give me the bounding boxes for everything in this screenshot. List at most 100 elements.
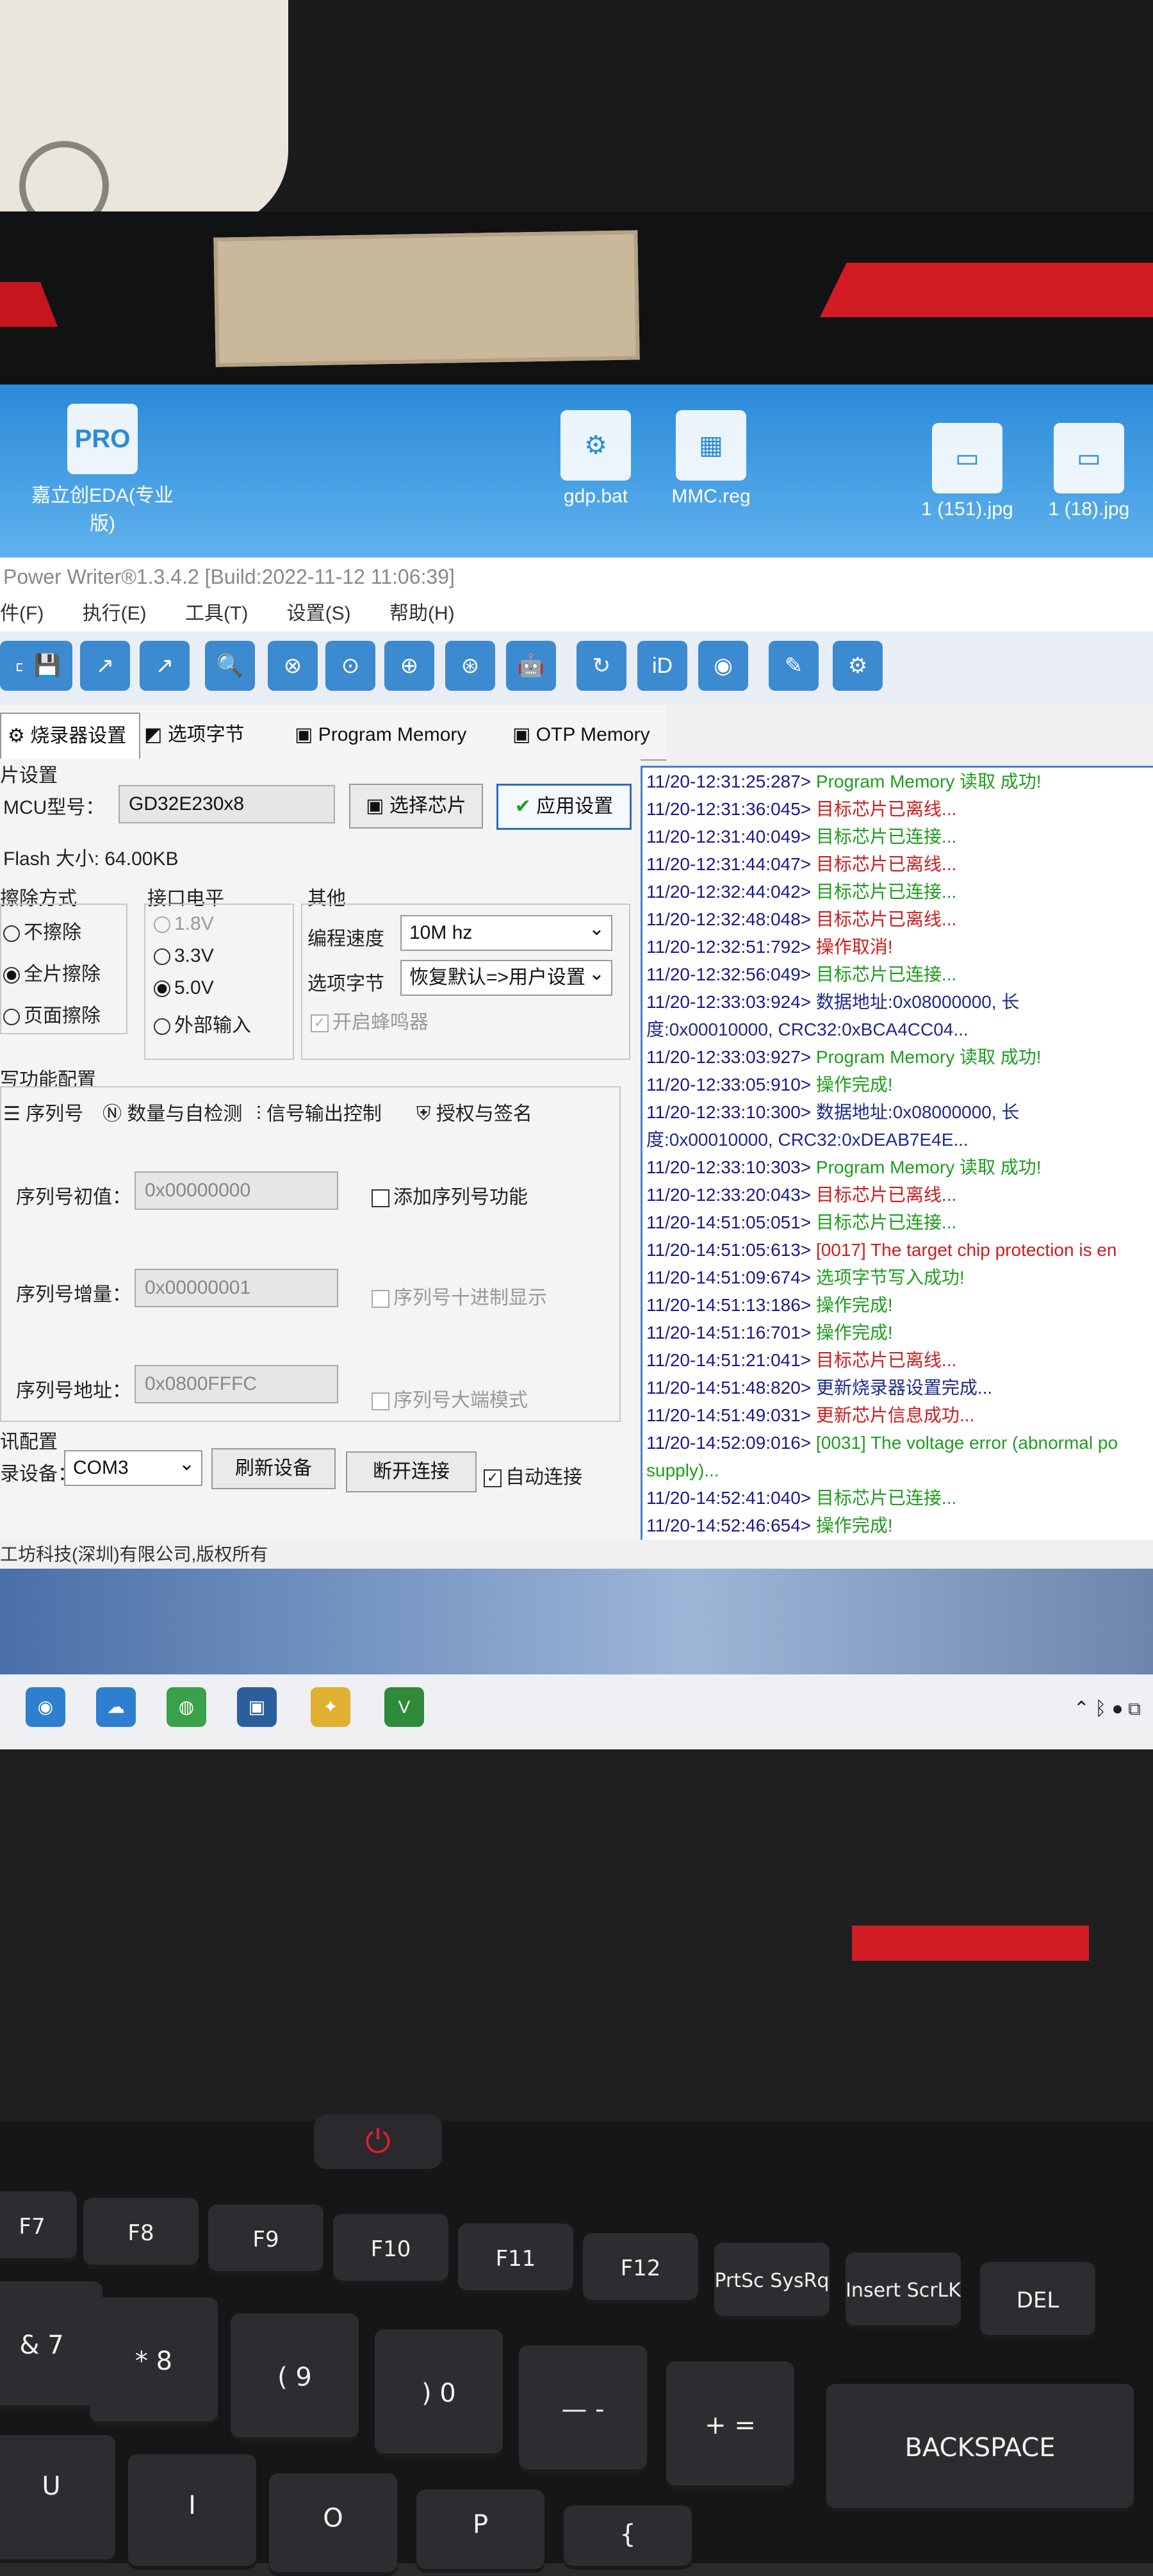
log-line: 度:0x00010000, CRC32:0xBCA4CC04...: [642, 1016, 1153, 1043]
brush-icon[interactable]: ✎: [769, 641, 819, 691]
robot-icon[interactable]: 🤖: [506, 641, 556, 691]
key-o[interactable]: O: [269, 2473, 397, 2576]
checkbox-label: 序列号十进制显示: [393, 1287, 547, 1309]
erase-option-none[interactable]: 不擦除: [3, 916, 81, 945]
tab-otp-memory[interactable]: ▣ OTP Memory: [512, 713, 660, 757]
key-f7[interactable]: F7: [0, 2192, 77, 2262]
voltage-option-external[interactable]: 外部输入: [154, 1009, 251, 1037]
speed-select[interactable]: 10M hz: [400, 912, 612, 951]
serial-inc-input[interactable]: 0x00000001: [135, 1269, 338, 1307]
key-i[interactable]: I: [128, 2454, 256, 2570]
tab-count-selftest[interactable]: Ⓝ 数量与自检测: [102, 1098, 242, 1126]
key-backspace[interactable]: BACKSPACE: [826, 2384, 1134, 2512]
mcu-model-field[interactable]: GD32E230x8: [119, 785, 335, 823]
tab-option-bytes[interactable]: ◩ 选项字节: [144, 713, 279, 757]
log-line: 11/20-14:52:46:654> 操作完成!: [642, 1512, 1153, 1539]
id-icon[interactable]: iD: [637, 641, 687, 691]
buzzer-checkbox[interactable]: 开启蜂鸣器: [311, 1006, 429, 1034]
option-label: 全片擦除: [24, 964, 101, 985]
key-7[interactable]: & 7: [0, 2281, 102, 2409]
desktop-icon-eda[interactable]: PRO 嘉立创EDA(专业版): [26, 404, 179, 536]
option-bytes-select[interactable]: 恢复默认=>用户设置: [400, 957, 612, 996]
bluetooth-icon[interactable]: ᛒ: [1095, 1698, 1111, 1719]
menu-help[interactable]: 帮助(H): [389, 596, 455, 631]
log-timestamp: 11/20-14:51:21:041>: [646, 1350, 812, 1370]
log-panel[interactable]: 11/20-12:31:25:287> Program Memory 读取 成功…: [641, 766, 1153, 1545]
erase-option-page[interactable]: 页面擦除: [3, 1000, 101, 1028]
desktop-icon-jpg-18[interactable]: ▭ 1 (18).jpg: [1012, 423, 1153, 520]
erase-icon[interactable]: ⊗: [268, 641, 318, 691]
key-8[interactable]: * 8: [90, 2297, 218, 2425]
verify-icon[interactable]: ⊛: [445, 641, 495, 691]
search-icon[interactable]: 🔍: [205, 641, 255, 691]
log-line: 11/20-12:32:48:048> 目标芯片已离线...: [642, 905, 1153, 933]
camera-icon[interactable]: ◉: [26, 1687, 65, 1727]
tab-program-memory[interactable]: ▣ Program Memory: [295, 713, 506, 757]
chip-icon: ▣: [366, 795, 389, 816]
tab-signal-output[interactable]: ⫶ 信号输出控制: [256, 1098, 382, 1126]
key-f10[interactable]: F10: [333, 2214, 448, 2284]
key-del[interactable]: DEL: [980, 2262, 1095, 2339]
erase-option-full[interactable]: 全片擦除: [3, 958, 101, 986]
tab-programmer-settings[interactable]: ⚙ 烧录器设置: [0, 713, 140, 759]
menu-tools[interactable]: 工具(T): [185, 596, 248, 631]
disconnect-button[interactable]: 断开连接: [346, 1451, 477, 1492]
chevron-up-icon[interactable]: ⌃: [1074, 1698, 1095, 1719]
menu-settings[interactable]: 设置(S): [287, 596, 351, 631]
app-tray-icon[interactable]: ●: [1112, 1698, 1129, 1719]
menu-execute[interactable]: 执行(E): [83, 596, 147, 631]
auto-connect-checkbox[interactable]: 自动连接: [484, 1461, 582, 1489]
config-icon[interactable]: ⚙: [833, 641, 883, 691]
select-chip-button[interactable]: ▣ 选择芯片: [349, 784, 483, 829]
read-icon[interactable]: ⊙: [325, 641, 375, 691]
write-icon[interactable]: ⊕: [384, 641, 434, 691]
cloud-icon[interactable]: ☁: [96, 1687, 136, 1727]
share-icon[interactable]: ↗: [140, 641, 190, 691]
key-9[interactable]: ( 9: [231, 2313, 359, 2441]
section-comm: 讯配置: [0, 1432, 58, 1453]
power-button[interactable]: ⏻: [314, 2115, 442, 2169]
key-p[interactable]: P: [416, 2489, 544, 2573]
vim-icon[interactable]: V: [384, 1687, 424, 1727]
log-timestamp: 11/20-12:33:05:910>: [646, 1075, 812, 1094]
key-insert[interactable]: Insert ScrLK: [846, 2252, 961, 2329]
key-prtsc[interactable]: PrtSc SysRq: [714, 2243, 830, 2320]
network-icon[interactable]: ⧉: [1129, 1698, 1140, 1719]
tab-auth-sign[interactable]: ⛨ 授权与签名: [416, 1098, 532, 1126]
menu-file[interactable]: 件(F): [0, 596, 44, 631]
key-f12[interactable]: F12: [583, 2233, 698, 2304]
voltage-option-3v3[interactable]: 3.3V: [154, 945, 214, 967]
key-f9[interactable]: F9: [208, 2204, 323, 2275]
serial-init-input[interactable]: 0x00000000: [135, 1171, 338, 1210]
key-f11[interactable]: F11: [458, 2224, 573, 2294]
add-serial-checkbox[interactable]: 添加序列号功能: [372, 1181, 528, 1209]
voltage-option-1v8[interactable]: 1.8V: [154, 913, 214, 935]
refresh-icon[interactable]: ↻: [576, 641, 626, 691]
voltage-option-5v[interactable]: 5.0V: [154, 977, 214, 999]
bigendian-checkbox[interactable]: 序列号大端模式: [372, 1384, 528, 1412]
serial-addr-input[interactable]: 0x0800FFFC: [135, 1365, 338, 1403]
chip-icon[interactable]: ▣: [237, 1687, 277, 1727]
log-message: 操作取消!: [811, 937, 893, 957]
main-tabs: ⚙ 烧录器设置 ◩ 选项字节 ▣ Program Memory ▣ OTP Me…: [0, 705, 666, 761]
apply-settings-button[interactable]: ✔ 应用设置: [496, 784, 632, 830]
key-equals[interactable]: + =: [666, 2361, 794, 2489]
tab-serial[interactable]: ☰ 序列号: [3, 1098, 83, 1126]
stop-icon[interactable]: ◉: [698, 641, 748, 691]
key-0[interactable]: ) 0: [375, 2329, 503, 2457]
browser-icon[interactable]: ◍: [167, 1687, 206, 1727]
key-f8[interactable]: F8: [83, 2198, 199, 2268]
batch-file-icon: ⚙: [560, 410, 631, 481]
copyright-footer: 工坊科技(深圳)有限公司,版权所有: [0, 1540, 1153, 1569]
export-icon[interactable]: ↗: [80, 641, 130, 691]
save-icon[interactable]: 💾: [22, 641, 72, 691]
refresh-device-button[interactable]: 刷新设备: [211, 1448, 336, 1489]
decimal-checkbox[interactable]: 序列号十进制显示: [372, 1282, 547, 1310]
key-minus[interactable]: — -: [519, 2345, 647, 2473]
desktop-icon-mmc[interactable]: ▦ MMC.reg: [634, 410, 788, 508]
key-brace[interactable]: {: [564, 2506, 692, 2570]
python-icon[interactable]: ✦: [311, 1687, 350, 1727]
device-select[interactable]: COM3: [64, 1448, 202, 1486]
log-line: 11/20-14:51:09:674> 选项字节写入成功!: [642, 1264, 1153, 1291]
key-u[interactable]: U: [0, 2435, 115, 2563]
